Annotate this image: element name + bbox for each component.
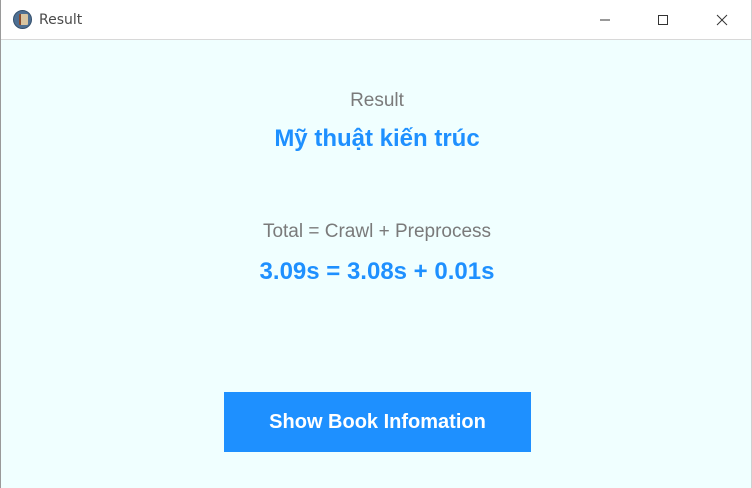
show-book-information-button[interactable]: Show Book Infomation <box>224 392 531 452</box>
timing-formula-value: 3.09s = 3.08s + 0.01s <box>259 258 495 285</box>
maximize-button[interactable] <box>634 0 692 40</box>
close-icon <box>716 14 728 26</box>
maximize-icon <box>658 15 668 25</box>
minimize-button[interactable] <box>576 0 634 40</box>
result-label: Result <box>350 90 404 111</box>
minimize-icon <box>600 19 610 21</box>
timing-formula-label: Total = Crawl + Preprocess <box>262 221 492 242</box>
result-window: Result Result Mỹ thuật kiến trúc Total =… <box>0 0 752 488</box>
title-bar[interactable]: Result <box>1 0 751 40</box>
window-title: Result <box>39 12 83 28</box>
content-area: Result Mỹ thuật kiến trúc Total = Crawl … <box>1 41 751 488</box>
book-title: Mỹ thuật kiến trúc <box>274 125 480 152</box>
book-icon <box>13 10 32 29</box>
close-button[interactable] <box>693 0 751 40</box>
